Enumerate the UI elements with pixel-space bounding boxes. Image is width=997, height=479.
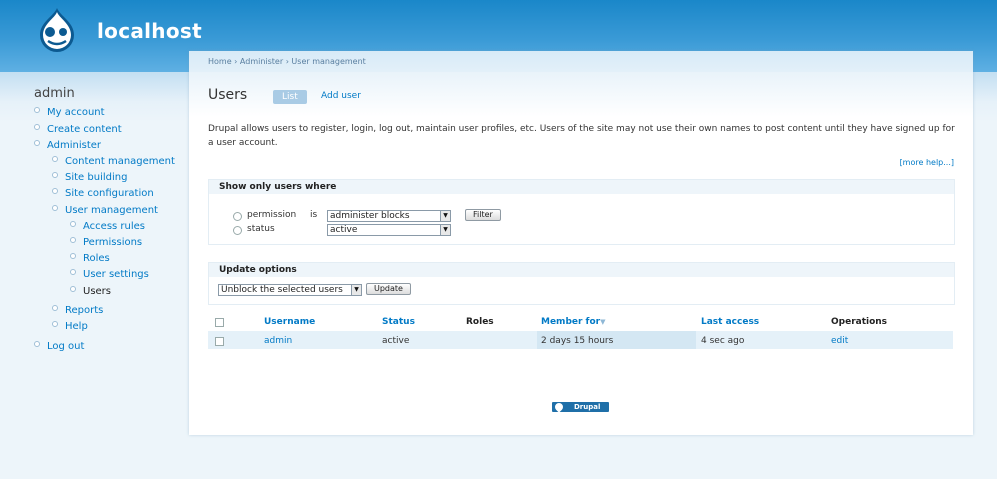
sidebar-item-label: User settings bbox=[83, 269, 149, 280]
filter-button[interactable]: Filter bbox=[465, 209, 501, 221]
bullet-icon bbox=[70, 221, 76, 227]
drupal-logo-icon[interactable] bbox=[34, 6, 80, 52]
update-legend: Update options bbox=[209, 263, 954, 277]
permission-select-value: administer blocks bbox=[330, 211, 410, 221]
bullet-icon bbox=[70, 269, 76, 275]
breadcrumb[interactable]: Home › Administer › User management bbox=[208, 57, 366, 66]
sidebar-item-label: Log out bbox=[47, 341, 85, 352]
sidebar-item-label: Access rules bbox=[83, 221, 146, 232]
breadcrumb-bar: Home › Administer › User management bbox=[189, 51, 973, 72]
update-button[interactable]: Update bbox=[366, 283, 411, 295]
sidebar-item-label: Create content bbox=[47, 124, 122, 135]
help-text: Drupal allows users to register, login, … bbox=[208, 124, 955, 148]
sidebar-item-label: User management bbox=[65, 205, 158, 216]
bullet-icon bbox=[52, 172, 58, 178]
more-help-link[interactable]: [more help...] bbox=[900, 158, 954, 167]
header-roles: Roles bbox=[466, 317, 494, 327]
tab-list[interactable]: List bbox=[273, 90, 307, 104]
sidebar-item-label: Help bbox=[65, 321, 88, 332]
sidebar-heading: admin bbox=[34, 86, 75, 101]
sidebar-item-label: My account bbox=[47, 107, 105, 118]
header-operations: Operations bbox=[831, 317, 888, 327]
chevron-down-icon: ▼ bbox=[440, 211, 450, 221]
sidebar-item-label: Reports bbox=[65, 305, 104, 316]
sidebar-item-user-settings[interactable]: User settings bbox=[70, 269, 149, 280]
site-name[interactable]: localhost bbox=[97, 19, 202, 43]
status-select[interactable]: active ▼ bbox=[327, 224, 451, 236]
sidebar-item-label: Administer bbox=[47, 140, 102, 151]
is-label: is bbox=[310, 210, 318, 220]
sidebar: admin bbox=[34, 86, 184, 107]
bullet-icon bbox=[52, 156, 58, 162]
cell-last-access: 4 sec ago bbox=[701, 336, 745, 346]
sidebar-item-users[interactable]: Users bbox=[70, 286, 111, 297]
drupal-drop-icon bbox=[553, 401, 565, 413]
bullet-icon bbox=[34, 124, 40, 130]
update-operation-select[interactable]: Unblock the selected users ▼ bbox=[218, 284, 362, 296]
sidebar-item-label: Permissions bbox=[83, 237, 143, 248]
bullet-icon bbox=[70, 253, 76, 259]
edit-link[interactable]: edit bbox=[831, 336, 848, 346]
filter-fieldset: Show only users where permission is admi… bbox=[208, 179, 955, 245]
powered-by-drupal-badge[interactable]: Drupal bbox=[552, 401, 609, 413]
status-radio[interactable] bbox=[233, 226, 242, 235]
bullet-icon bbox=[52, 188, 58, 194]
filter-legend: Show only users where bbox=[209, 180, 954, 194]
header-username[interactable]: Username bbox=[264, 317, 315, 327]
sidebar-item-access-rules[interactable]: Access rules bbox=[70, 221, 145, 232]
cell-username[interactable]: admin bbox=[264, 336, 292, 346]
sidebar-item-site-building[interactable]: Site building bbox=[52, 172, 127, 183]
bullet-icon bbox=[70, 286, 76, 292]
sidebar-item-help[interactable]: Help bbox=[52, 321, 88, 332]
sidebar-item-permissions[interactable]: Permissions bbox=[70, 237, 142, 248]
sidebar-item-administer[interactable]: Administer bbox=[34, 140, 101, 151]
update-select-value: Unblock the selected users bbox=[221, 285, 343, 295]
page-title: Users bbox=[208, 87, 248, 103]
sidebar-item-label: Site building bbox=[65, 172, 128, 183]
sidebar-item-log-out[interactable]: Log out bbox=[34, 341, 84, 352]
sidebar-item-label: Roles bbox=[83, 253, 110, 264]
badge-label: Drupal bbox=[574, 403, 601, 411]
sidebar-item-create-content[interactable]: Create content bbox=[34, 124, 122, 135]
status-label: status bbox=[247, 224, 275, 234]
header-last-access[interactable]: Last access bbox=[701, 317, 759, 327]
update-options-fieldset: Update options Unblock the selected user… bbox=[208, 262, 955, 305]
sidebar-item-user-management[interactable]: User management bbox=[52, 205, 158, 216]
header-member-for[interactable]: Member for▼ bbox=[541, 317, 605, 327]
status-select-value: active bbox=[330, 225, 358, 235]
sidebar-item-label: Users bbox=[83, 286, 112, 297]
sidebar-item-site-configuration[interactable]: Site configuration bbox=[52, 188, 154, 199]
sidebar-item-label: Site configuration bbox=[65, 188, 154, 199]
cell-status: active bbox=[382, 336, 410, 346]
header-member-for-label: Member for bbox=[541, 317, 601, 327]
permission-radio[interactable] bbox=[233, 212, 242, 221]
sidebar-item-reports[interactable]: Reports bbox=[52, 305, 103, 316]
sidebar-item-roles[interactable]: Roles bbox=[70, 253, 110, 264]
bullet-icon bbox=[52, 305, 58, 311]
permission-label: permission bbox=[247, 210, 297, 220]
bullet-icon bbox=[34, 140, 40, 146]
permission-select[interactable]: administer blocks ▼ bbox=[327, 210, 451, 222]
sidebar-item-label: Content management bbox=[65, 156, 175, 167]
main-content: Home › Administer › User management User… bbox=[189, 51, 973, 435]
cell-member-for: 2 days 15 hours bbox=[541, 336, 614, 346]
header-status[interactable]: Status bbox=[382, 317, 415, 327]
bullet-icon bbox=[52, 205, 58, 211]
bullet-icon bbox=[70, 237, 76, 243]
bullet-icon bbox=[52, 321, 58, 327]
row-checkbox[interactable] bbox=[215, 337, 224, 346]
sidebar-item-content-management[interactable]: Content management bbox=[52, 156, 175, 167]
bullet-icon bbox=[34, 341, 40, 347]
sort-desc-icon: ▼ bbox=[600, 318, 606, 326]
select-all-checkbox[interactable] bbox=[215, 318, 224, 327]
bullet-icon bbox=[34, 107, 40, 113]
chevron-down-icon: ▼ bbox=[351, 285, 361, 295]
chevron-down-icon: ▼ bbox=[440, 225, 450, 235]
tab-add-user[interactable]: Add user bbox=[321, 91, 361, 101]
sidebar-item-my-account[interactable]: My account bbox=[34, 107, 105, 118]
